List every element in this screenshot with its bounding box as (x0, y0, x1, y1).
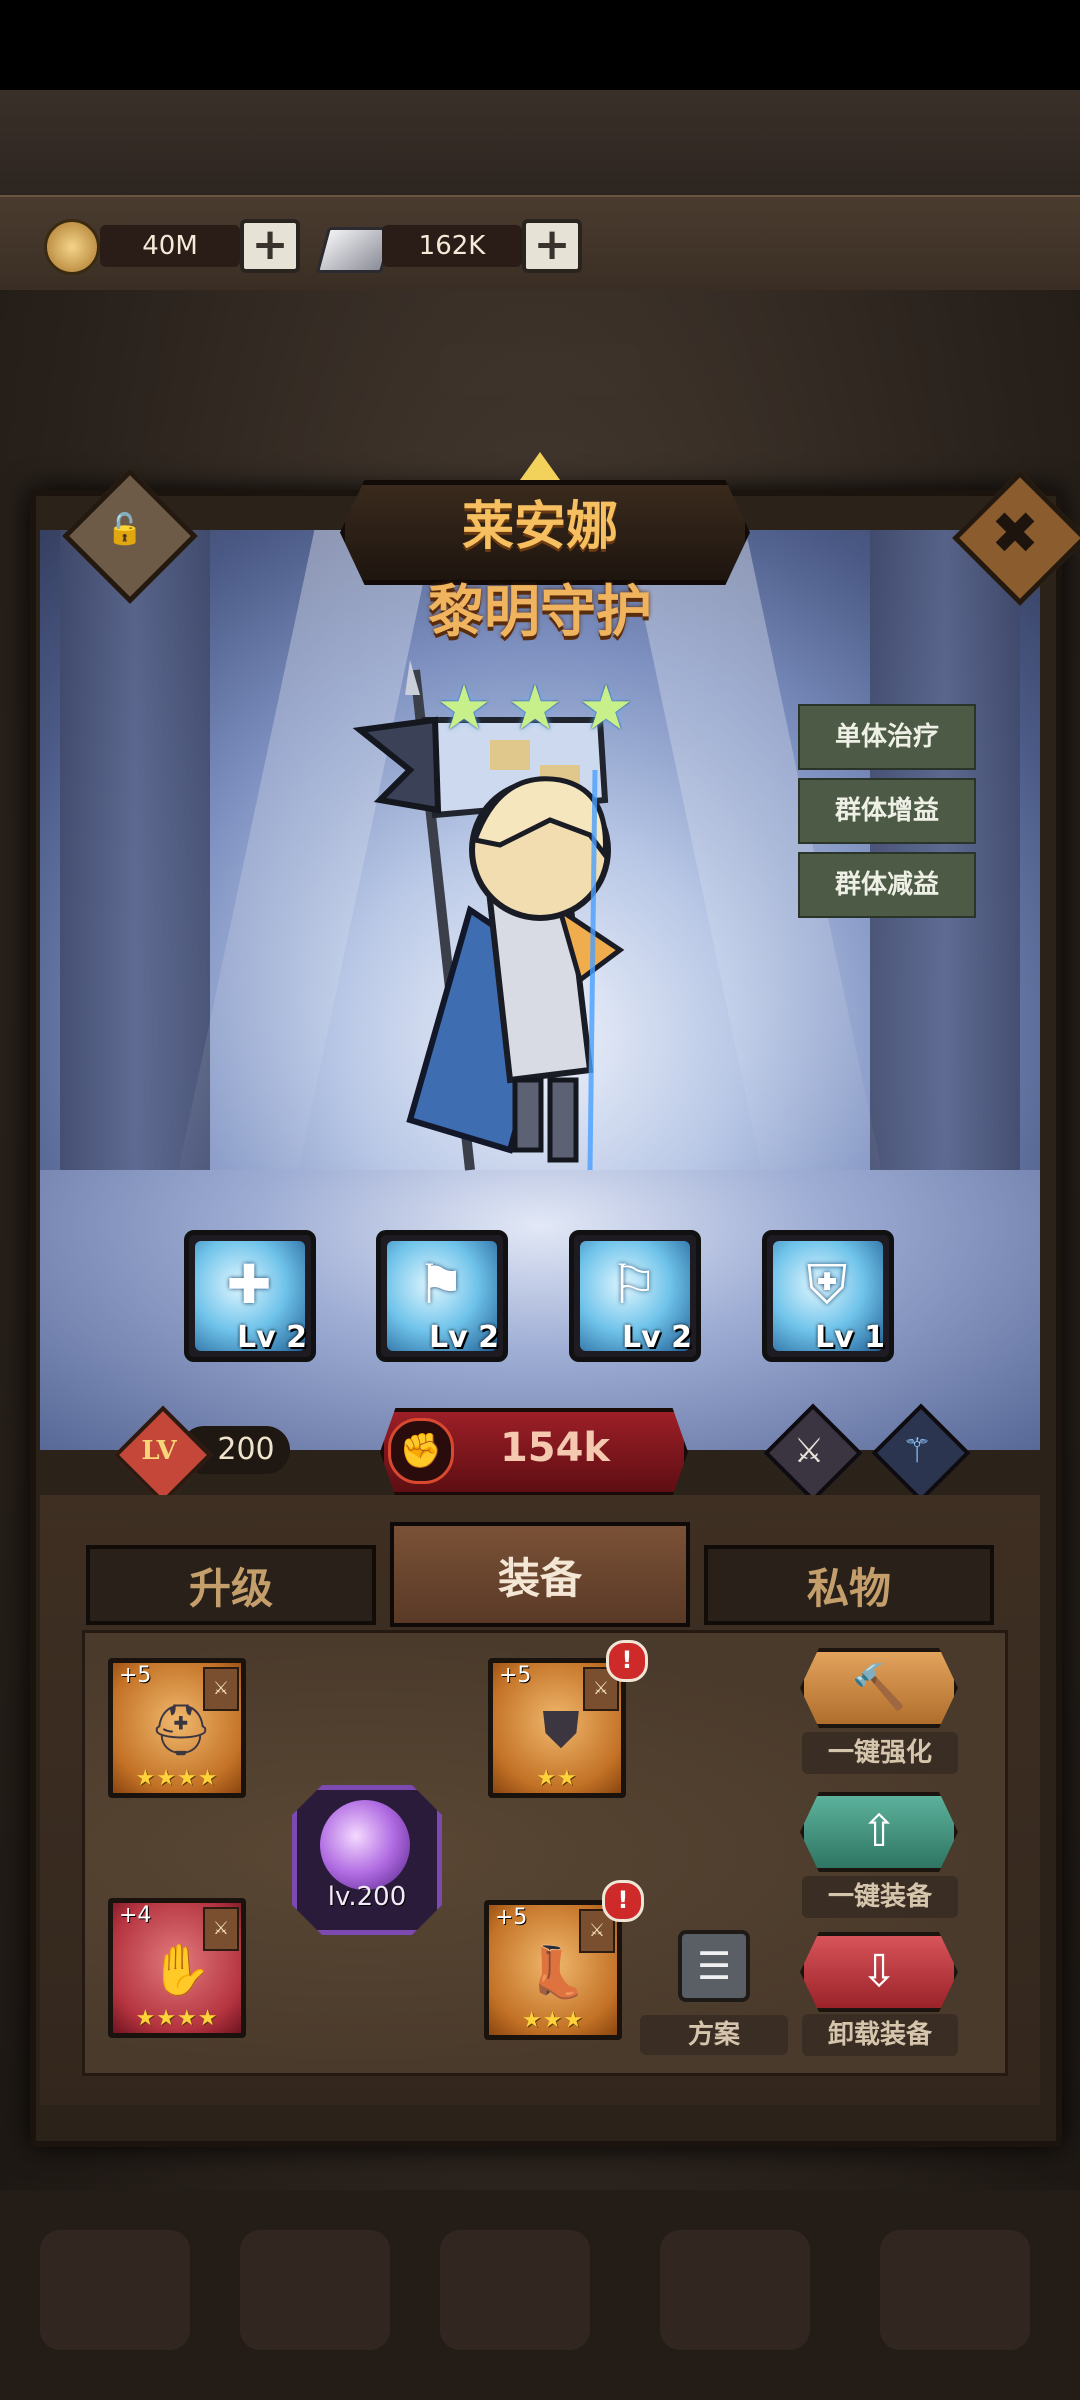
tab-personal-item[interactable]: 私物 (704, 1545, 994, 1625)
unequip-all-label: 卸载装备 (802, 2014, 958, 2056)
skill-level: Lv 1 (815, 1320, 885, 1355)
enhance-level: +5 (499, 1663, 532, 1688)
crystal-orb-icon (320, 1800, 410, 1890)
close-icon: ✖ (990, 499, 1040, 567)
gold-coin-icon (44, 219, 100, 275)
enhance-level: +5 (119, 1663, 152, 1688)
equip-slot-gloves[interactable]: +4 ⚔ ✋ ★★★★ (108, 1898, 246, 2038)
gold-amount: 40M (142, 231, 198, 261)
equip-stars: ★★★ (521, 2008, 585, 2033)
top-strip (0, 90, 1080, 197)
hero-name: 莱安娜 (461, 497, 618, 557)
status-bar (0, 0, 1080, 90)
alert-badge: ! (602, 1880, 644, 1922)
hero-title: 黎明守护 (428, 580, 652, 645)
role-tag-single-heal: 单体治疗 (798, 704, 976, 770)
hero-power: 154k (499, 1425, 611, 1471)
sword-icon: ⚔ (793, 1431, 825, 1471)
level-label: LV (141, 1436, 177, 1466)
star-icon: ★ (507, 671, 563, 744)
equip-stars: ★★★★ (135, 1766, 219, 1791)
equip-stars: ★★★★ (135, 2006, 219, 2031)
equip-arrow-icon: ⇧ (860, 1806, 898, 1857)
hammer-icon: 🔨 (851, 1662, 907, 1713)
enhance-level: +4 (119, 1903, 152, 1928)
flag-wind-skill-icon: ⚑ (416, 1253, 466, 1316)
enhance-level: +5 (495, 1905, 528, 1930)
equip-slot-armor[interactable]: +5 ⚔ ⛊ ★★ (488, 1658, 626, 1798)
nav-slot (440, 2230, 590, 2350)
star-icon: ★ (578, 671, 634, 744)
bottom-nav-blur (0, 2190, 1080, 2400)
role-tag-group-buff: 群体增益 (798, 778, 976, 844)
armor-icon: ⛊ (542, 1701, 580, 1759)
gold-amount-field: 40M (100, 225, 240, 267)
skill-level: Lv 2 (237, 1320, 307, 1355)
plan-label: 方案 (640, 2015, 788, 2055)
list-icon: ☰ (696, 1944, 732, 1988)
skill-slot-1[interactable]: ✚ Lv 2 (184, 1230, 316, 1362)
boots-icon: 👢 (525, 1943, 589, 2001)
helmet-icon: ⛑ (149, 1701, 213, 1759)
artifact-level: lv.200 (327, 1882, 407, 1912)
role-tag-group-debuff: 群体减益 (798, 852, 976, 918)
flag-shield-skill-icon: ⛨ (806, 1253, 848, 1316)
flag-wave-skill-icon: ⚐ (609, 1253, 659, 1316)
skill-level: Lv 2 (429, 1320, 499, 1355)
equip-stars: ★★ (536, 1766, 578, 1791)
currency-bar: 40M + 162K + (0, 195, 1080, 295)
skill-level: Lv 2 (622, 1320, 692, 1355)
unequip-arrow-icon: ⇩ (860, 1946, 898, 1997)
gem-amount: 162K (418, 231, 486, 261)
hero-level: 200 (217, 1432, 275, 1467)
skill-slot-4[interactable]: ⛨ Lv 1 (762, 1230, 894, 1362)
nav-slot (40, 2230, 190, 2350)
auto-equip-label: 一键装备 (802, 1876, 958, 1918)
scroll-up-arrow-icon[interactable] (520, 452, 560, 480)
add-gold-button[interactable]: + (240, 219, 300, 273)
gem-amount-field: 162K (382, 225, 522, 267)
gauntlet-icon: ✋ (149, 1941, 213, 1999)
flag-cross-skill-icon: ✚ (226, 1253, 272, 1316)
auto-enhance-label: 一键强化 (802, 1732, 958, 1774)
tab-upgrade[interactable]: 升级 (86, 1545, 376, 1625)
unlock-icon: 🔓 (106, 512, 144, 547)
star-icon: ★ (436, 671, 492, 744)
background-title-blur (440, 345, 640, 395)
staff-icon: ⚚ (901, 1431, 933, 1471)
tab-equipment[interactable]: 装备 (390, 1522, 690, 1627)
nav-slot (660, 2230, 810, 2350)
add-gem-button[interactable]: + (522, 219, 582, 273)
nav-slot (880, 2230, 1030, 2350)
nav-slot (240, 2230, 390, 2350)
alert-badge: ! (606, 1640, 648, 1682)
equip-slot-helmet[interactable]: +5 ⚔ ⛑ ★★★★ (108, 1658, 246, 1798)
skill-slot-2[interactable]: ⚑ Lv 2 (376, 1230, 508, 1362)
skill-slot-3[interactable]: ⚐ Lv 2 (569, 1230, 701, 1362)
equip-slot-boots[interactable]: +5 ⚔ 👢 ★★★ (484, 1900, 622, 2040)
